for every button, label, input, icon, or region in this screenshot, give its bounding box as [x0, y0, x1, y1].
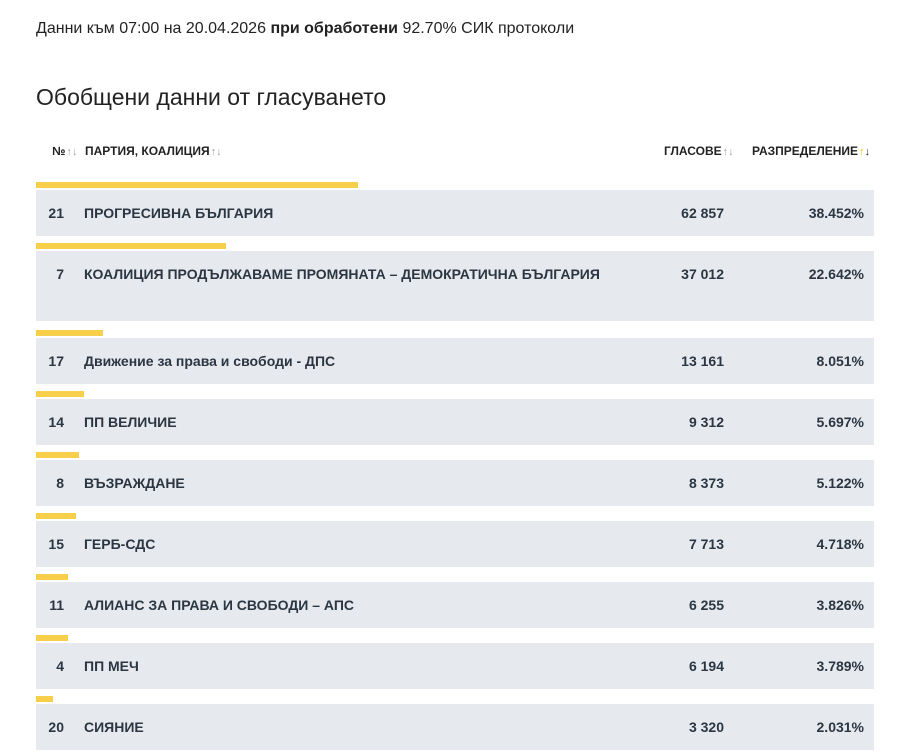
sort-icon[interactable]: ↑↓ [66, 146, 77, 158]
share-bar [36, 243, 226, 249]
row-body: 17 Движение за права и свободи - ДПС 13 16… [36, 338, 874, 384]
share-bar [36, 391, 84, 397]
row-number: 20 [48, 719, 64, 735]
votes-value: 37 012 [681, 266, 724, 282]
header-share[interactable]: РАЗПРЕДЕЛЕНИЕ↑↓ [752, 144, 870, 158]
row-number: 7 [56, 266, 64, 282]
header-num-label: № [52, 144, 66, 158]
votes-value: 9 312 [688, 414, 724, 430]
sort-icon[interactable]: ↑↓ [723, 146, 734, 158]
row-number: 8 [56, 475, 64, 491]
share-bar [36, 635, 68, 641]
votes-value: 7 713 [688, 536, 724, 552]
row-body: 7 КОАЛИЦИЯ ПРОДЪЛЖАВАМЕ ПРОМЯНАТА – ДЕМОК… [36, 251, 874, 321]
votes-value: 6 194 [688, 658, 724, 674]
share-value: 5.697% [816, 414, 864, 430]
row-number: 4 [56, 658, 64, 674]
share-bar [36, 182, 358, 188]
header-party[interactable]: ПАРТИЯ, КОАЛИЦИЯ↑↓ [85, 144, 222, 158]
header-votes[interactable]: ГЛАСОВЕ↑↓ [664, 144, 734, 158]
row-body: 21 ПРОГРЕСИВНА БЪЛГАРИЯ 62 857 38.452% [36, 190, 874, 236]
votes-value: 3 320 [688, 719, 724, 735]
row-body: 4 ПП МЕЧ 6 194 3.789% [36, 643, 874, 689]
table-header: №↑↓ ПАРТИЯ, КОАЛИЦИЯ↑↓ ГЛАСОВЕ↑↓ РАЗПРЕД… [36, 144, 874, 160]
row-body: 15 ГЕРБ-СДС 7 713 4.718% [36, 521, 874, 567]
table-row[interactable]: 8 ВЪЗРАЖДАНЕ 8 373 5.122% [36, 452, 874, 506]
sort-icon[interactable]: ↑↓ [211, 146, 222, 158]
votes-value: 6 255 [688, 597, 724, 613]
votes-value: 62 857 [681, 205, 724, 221]
votes-value: 8 373 [688, 475, 724, 491]
share-bar [36, 574, 68, 580]
sort-active-icon[interactable]: ↑↓ [859, 146, 870, 158]
row-body: 11 АЛИАНС ЗА ПРАВА И СВОБОДИ – АПС 6 255 3.… [36, 582, 874, 628]
party-name: ВЪЗРАЖДАНЕ [84, 475, 185, 491]
share-value: 22.642% [808, 266, 864, 282]
row-body: 14 ПП ВЕЛИЧИЕ 9 312 5.697% [36, 399, 874, 445]
table-row[interactable]: 17 Движение за права и свободи - ДПС 13 16… [36, 330, 874, 384]
row-body: 8 ВЪЗРАЖДАНЕ 8 373 5.122% [36, 460, 874, 506]
row-number: 17 [48, 353, 64, 369]
status-suffix: 92.70% СИК протоколи [402, 20, 575, 37]
party-name: ГЕРБ-СДС [84, 536, 156, 552]
share-bar [36, 330, 103, 336]
row-number: 11 [49, 597, 64, 613]
status-bold: при обработени [270, 20, 398, 37]
header-share-label: РАЗПРЕДЕЛЕНИЕ [752, 144, 859, 158]
status-prefix: Данни към 07:00 на 20.04.2026 [36, 20, 266, 37]
party-name: ПП МЕЧ [84, 658, 139, 674]
party-name: СИЯНИЕ [84, 719, 144, 735]
row-number: 15 [48, 536, 64, 552]
party-name: ПРОГРЕСИВНА БЪЛГАРИЯ [84, 205, 274, 221]
table-row[interactable]: 21 ПРОГРЕСИВНА БЪЛГАРИЯ 62 857 38.452% [36, 182, 874, 236]
share-value: 8.051% [816, 353, 864, 369]
row-number: 21 [48, 205, 64, 221]
party-name: АЛИАНС ЗА ПРАВА И СВОБОДИ – АПС [84, 597, 355, 613]
table-row[interactable]: 11 АЛИАНС ЗА ПРАВА И СВОБОДИ – АПС 6 255 3.… [36, 574, 874, 628]
share-value: 3.826% [816, 597, 864, 613]
header-votes-label: ГЛАСОВЕ [664, 144, 722, 158]
table-row[interactable]: 4 ПП МЕЧ 6 194 3.789% [36, 635, 874, 689]
votes-value: 13 161 [681, 353, 724, 369]
party-name: КОАЛИЦИЯ ПРОДЪЛЖАВАМЕ ПРОМЯНАТА – ДЕМОКР… [84, 266, 600, 282]
header-party-label: ПАРТИЯ, КОАЛИЦИЯ [85, 144, 210, 158]
header-num[interactable]: №↑↓ [52, 144, 77, 158]
table-row[interactable]: 20 СИЯНИЕ 3 320 2.031% [36, 696, 874, 750]
table-row[interactable]: 15 ГЕРБ-СДС 7 713 4.718% [36, 513, 874, 567]
status-line: Данни към 07:00 на 20.04.2026 при обрабо… [36, 20, 574, 38]
section-title: Обобщени данни от гласуването [36, 84, 387, 110]
share-value: 3.789% [816, 658, 864, 674]
share-value: 38.452% [808, 205, 864, 221]
share-bar [36, 513, 76, 519]
share-bar [36, 452, 79, 458]
share-bar [36, 696, 53, 702]
share-value: 5.122% [816, 475, 864, 491]
table-row[interactable]: 14 ПП ВЕЛИЧИЕ 9 312 5.697% [36, 391, 874, 445]
table-row[interactable]: 7 КОАЛИЦИЯ ПРОДЪЛЖАВАМЕ ПРОМЯНАТА – ДЕМОК… [36, 243, 874, 321]
row-number: 14 [48, 414, 64, 430]
party-name: ПП ВЕЛИЧИЕ [84, 414, 177, 430]
party-name: Движение за права и свободи - ДПС [84, 353, 336, 369]
share-value: 2.031% [816, 719, 864, 735]
share-value: 4.718% [816, 536, 864, 552]
row-body: 20 СИЯНИЕ 3 320 2.031% [36, 704, 874, 750]
